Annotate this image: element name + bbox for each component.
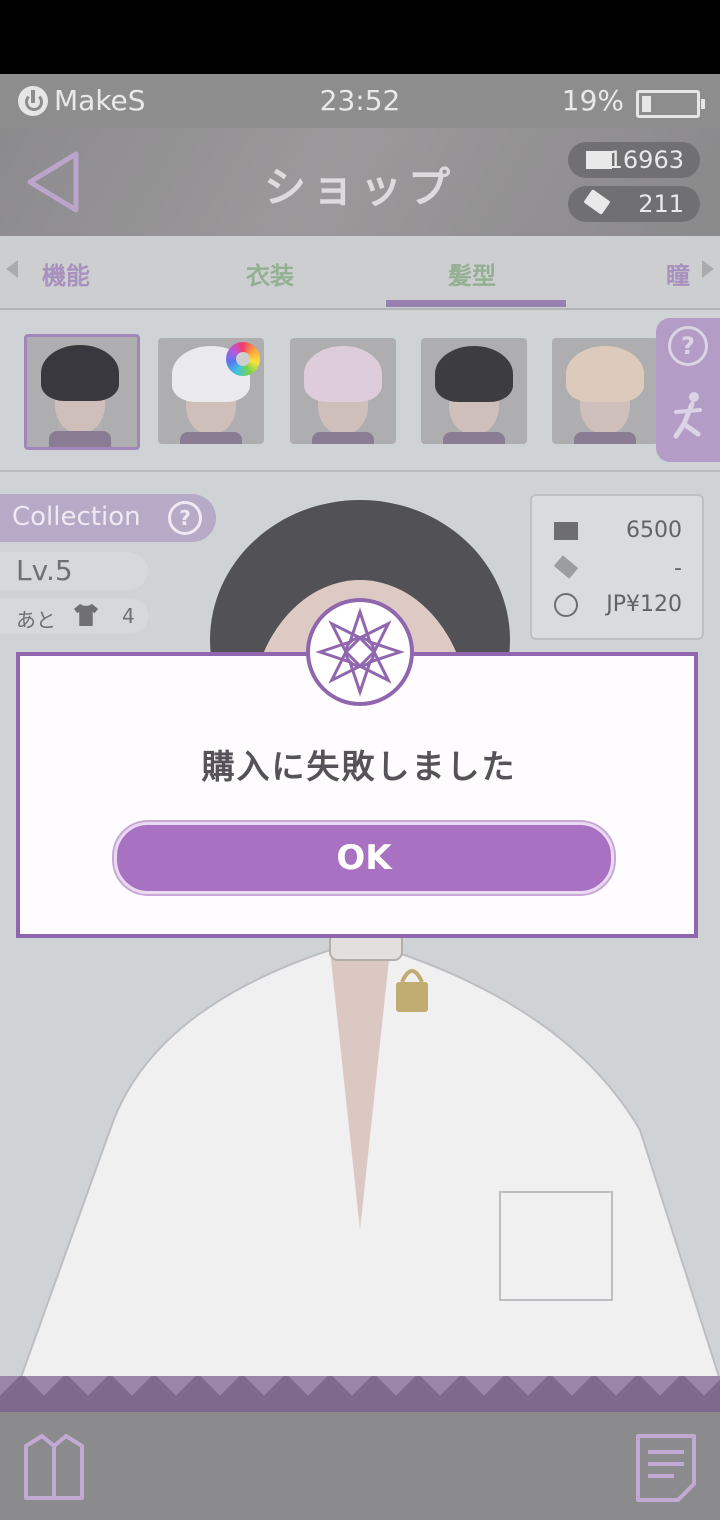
flower-emblem-icon xyxy=(306,598,414,706)
status-bar: MakeS 23:52 19% xyxy=(0,74,720,128)
memo-icon[interactable] xyxy=(634,1432,698,1504)
top-black-bar xyxy=(0,0,720,74)
battery-percent: 19% xyxy=(561,84,624,117)
battery-icon xyxy=(636,90,705,118)
wardrobe-icon[interactable] xyxy=(20,1432,88,1502)
dialog-message: 購入に失敗しました xyxy=(201,747,517,786)
footer-zigzag-border xyxy=(0,1376,720,1412)
footer-bar xyxy=(0,1412,720,1520)
ok-button[interactable]: OK xyxy=(114,822,614,894)
